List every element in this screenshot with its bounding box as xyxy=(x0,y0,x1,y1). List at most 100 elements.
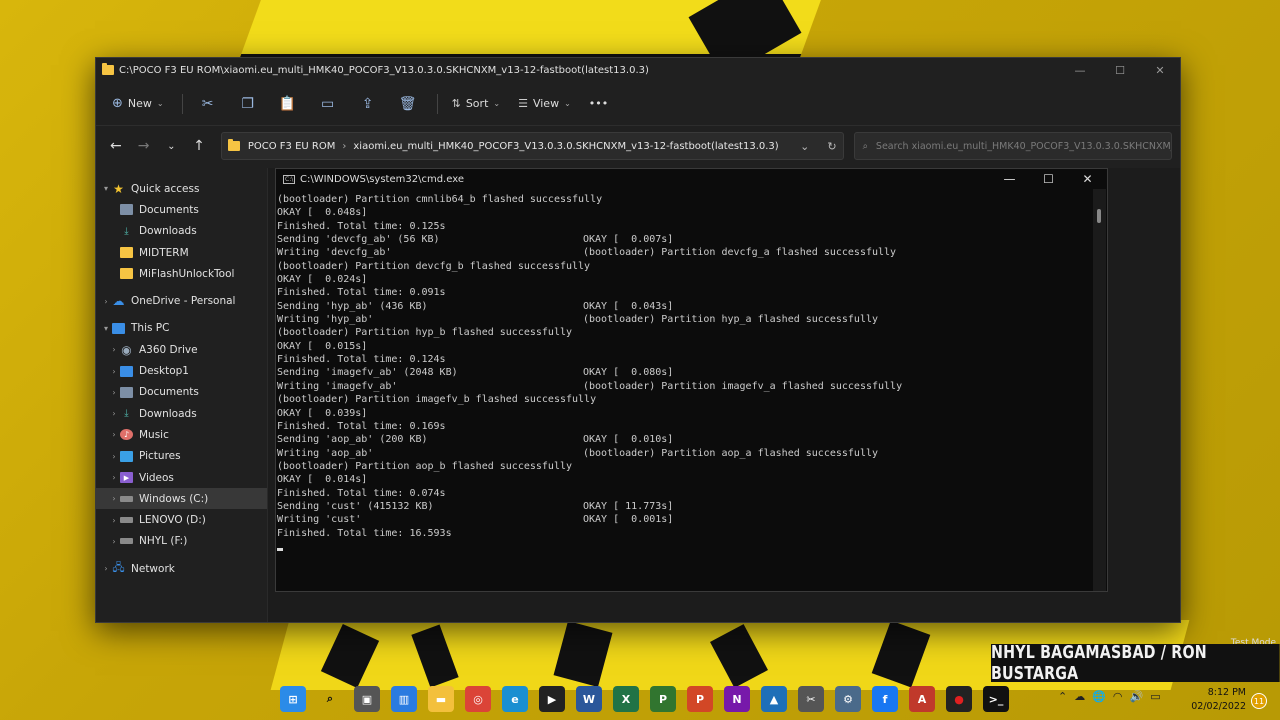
sidebar-item-onedrive[interactable]: › ☁ OneDrive - Personal xyxy=(96,290,267,311)
sidebar-item-desktop1[interactable]: › Desktop1 xyxy=(96,360,267,381)
refresh-icon[interactable]: ↻ xyxy=(827,140,836,153)
sidebar-item-pictures[interactable]: › Pictures xyxy=(96,446,267,467)
sidebar-item-windows-c[interactable]: › Windows (C:) xyxy=(96,488,267,510)
start-icon[interactable]: ⊞ xyxy=(280,686,306,712)
sidebar-item-midterm[interactable]: MIDTERM xyxy=(96,242,267,263)
media-player-icon[interactable]: ▶ xyxy=(539,686,565,712)
project-icon[interactable]: P xyxy=(650,686,676,712)
wifi-icon[interactable]: ◠ xyxy=(1113,690,1123,703)
sidebar-item-documents[interactable]: Documents xyxy=(96,199,267,220)
excel-icon[interactable]: X xyxy=(613,686,639,712)
sidebar-item-lenovo-d[interactable]: › LENOVO (D:) xyxy=(96,509,267,530)
sort-button[interactable]: ⇅ Sort ⌄ xyxy=(452,97,500,110)
task-view-icon[interactable]: ▣ xyxy=(354,686,380,712)
terminal-icon[interactable]: >_ xyxy=(983,686,1009,712)
new-button[interactable]: ⊕ New ⌄ xyxy=(112,96,164,111)
facebook-icon[interactable]: f xyxy=(872,686,898,712)
file-explorer-icon[interactable]: ▬ xyxy=(428,686,454,712)
chevron-right-icon[interactable]: › xyxy=(108,452,120,461)
copy-icon[interactable]: ❐ xyxy=(237,93,259,115)
explorer-titlebar[interactable]: C:\POCO F3 EU ROM\xiaomi.eu_multi_HMK40_… xyxy=(96,58,1180,82)
chevron-down-icon[interactable]: ▾ xyxy=(100,184,112,193)
rename-icon[interactable]: ▭ xyxy=(317,93,339,115)
console-scrollbar[interactable] xyxy=(1093,189,1106,591)
chevron-right-icon[interactable]: › xyxy=(108,345,120,354)
breadcrumb-item[interactable]: POCO F3 EU ROM xyxy=(248,141,336,152)
chevron-right-icon[interactable]: › xyxy=(108,516,120,525)
recent-locations-chevron-icon[interactable]: ⌄ xyxy=(159,141,183,152)
chevron-right-icon[interactable]: › xyxy=(108,388,120,397)
chevron-right-icon[interactable]: › xyxy=(108,494,120,503)
sidebar-item-a360-drive[interactable]: › ◉ A360 Drive xyxy=(96,339,267,360)
cut-icon[interactable]: ✂ xyxy=(197,93,219,115)
sidebar-item-videos[interactable]: › ▶ Videos xyxy=(96,467,267,488)
onedrive-tray-icon[interactable]: ☁ xyxy=(1074,690,1085,703)
chevron-right-icon[interactable]: › xyxy=(100,564,112,573)
edge-icon[interactable]: e xyxy=(502,686,528,712)
onenote-icon[interactable]: N xyxy=(724,686,750,712)
view-button[interactable]: ☰ View ⌄ xyxy=(518,97,571,110)
clock-time: 8:12 PM xyxy=(1207,687,1246,698)
autocad-icon[interactable]: A xyxy=(909,686,935,712)
forward-arrow-icon[interactable]: → xyxy=(132,138,156,154)
console-line: Writing 'hyp_ab' (bootloader) Partition h… xyxy=(277,313,1092,326)
more-options-button[interactable]: ••• xyxy=(589,97,608,110)
share-icon[interactable]: ⇪ xyxy=(357,93,379,115)
sidebar-item-quick-access[interactable]: ▾ ★ Quick access xyxy=(96,178,267,199)
chevron-right-icon[interactable]: › xyxy=(108,367,120,376)
powerpoint-icon[interactable]: P xyxy=(687,686,713,712)
delete-icon[interactable]: 🗑 xyxy=(397,93,419,115)
sidebar-item-miflashunlocktool[interactable]: MiFlashUnlockTool xyxy=(96,263,267,284)
snipping-tool-icon[interactable]: ✂ xyxy=(798,686,824,712)
console-line: Sending 'imagefv_ab' (2048 KB) OKAY [ 0.0… xyxy=(277,366,1092,379)
chevron-right-icon[interactable]: › xyxy=(108,537,120,546)
close-icon[interactable]: ✕ xyxy=(1140,64,1180,77)
recorder-icon[interactable]: ● xyxy=(946,686,972,712)
maximize-icon[interactable]: ☐ xyxy=(1029,172,1068,186)
chevron-right-icon[interactable]: › xyxy=(100,297,112,306)
sidebar-item-pc-downloads[interactable]: › ⤓ Downloads xyxy=(96,403,267,424)
chevron-down-icon[interactable]: ▾ xyxy=(100,324,112,333)
console-line-text: OKAY [ 0.048s] xyxy=(277,207,368,219)
sidebar-item-music[interactable]: › ♪ Music xyxy=(96,424,267,445)
back-arrow-icon[interactable]: ← xyxy=(104,138,128,154)
sidebar-item-label: Videos xyxy=(139,471,174,484)
up-arrow-icon[interactable]: ↑ xyxy=(187,138,211,154)
chevron-right-icon[interactable]: › xyxy=(108,430,120,439)
show-hidden-icons-icon[interactable]: ⌃ xyxy=(1058,690,1067,703)
address-bar[interactable]: POCO F3 EU ROM › xiaomi.eu_multi_HMK40_P… xyxy=(220,132,844,160)
search-input[interactable]: ⌕ Search xiaomi.eu_multi_HMK40_POCOF3_V1… xyxy=(853,132,1172,160)
photos-icon[interactable]: ▲ xyxy=(761,686,787,712)
minimize-icon[interactable]: — xyxy=(990,172,1029,186)
sidebar-item-pc-documents[interactable]: › Documents xyxy=(96,382,267,403)
console-output[interactable]: (bootloader) Partition cmnlib64_b flashe… xyxy=(277,193,1092,551)
cmd-titlebar[interactable]: C:\ C:\WINDOWS\system32\cmd.exe — ☐ ✕ xyxy=(276,169,1107,189)
chevron-right-icon[interactable]: › xyxy=(108,409,120,418)
sidebar-item-nhyl-f[interactable]: › NHYL (F:) xyxy=(96,531,267,552)
sidebar-item-network[interactable]: › 🖧 Network xyxy=(96,558,267,579)
clock[interactable]: 8:12 PM 02/02/2022 xyxy=(1190,686,1246,714)
settings-icon[interactable]: ⚙ xyxy=(835,686,861,712)
notification-badge[interactable]: 11 xyxy=(1251,693,1267,709)
widgets-icon[interactable]: ▥ xyxy=(391,686,417,712)
breadcrumb-item[interactable]: xiaomi.eu_multi_HMK40_POCOF3_V13.0.3.0.S… xyxy=(353,141,778,152)
address-dropdown-icon[interactable]: ⌄ xyxy=(800,140,809,153)
sidebar-item-this-pc[interactable]: ▾ This PC xyxy=(96,318,267,339)
paste-icon[interactable]: 📋 xyxy=(277,93,299,115)
close-icon[interactable]: ✕ xyxy=(1068,172,1107,186)
maximize-icon[interactable]: ☐ xyxy=(1100,64,1140,77)
sidebar-item-downloads[interactable]: ⤓ Downloads xyxy=(96,221,267,242)
word-icon[interactable]: W xyxy=(576,686,602,712)
scrollbar-thumb[interactable] xyxy=(1097,209,1101,223)
battery-icon[interactable]: ▭ xyxy=(1150,690,1160,703)
sidebar-item-label: Pictures xyxy=(139,450,181,463)
minimize-icon[interactable]: — xyxy=(1060,64,1100,77)
volume-icon[interactable]: 🔊 xyxy=(1130,690,1144,703)
search-icon[interactable]: ⌕ xyxy=(317,686,343,712)
chevron-right-icon[interactable]: › xyxy=(108,473,120,482)
desktop-icon xyxy=(120,365,133,377)
console-line-status: OKAY [ 0.001s] xyxy=(583,514,674,526)
sidebar-item-label: This PC xyxy=(131,322,170,335)
chrome-icon[interactable]: ◎ xyxy=(465,686,491,712)
language-icon[interactable]: 🌐 xyxy=(1092,690,1106,703)
